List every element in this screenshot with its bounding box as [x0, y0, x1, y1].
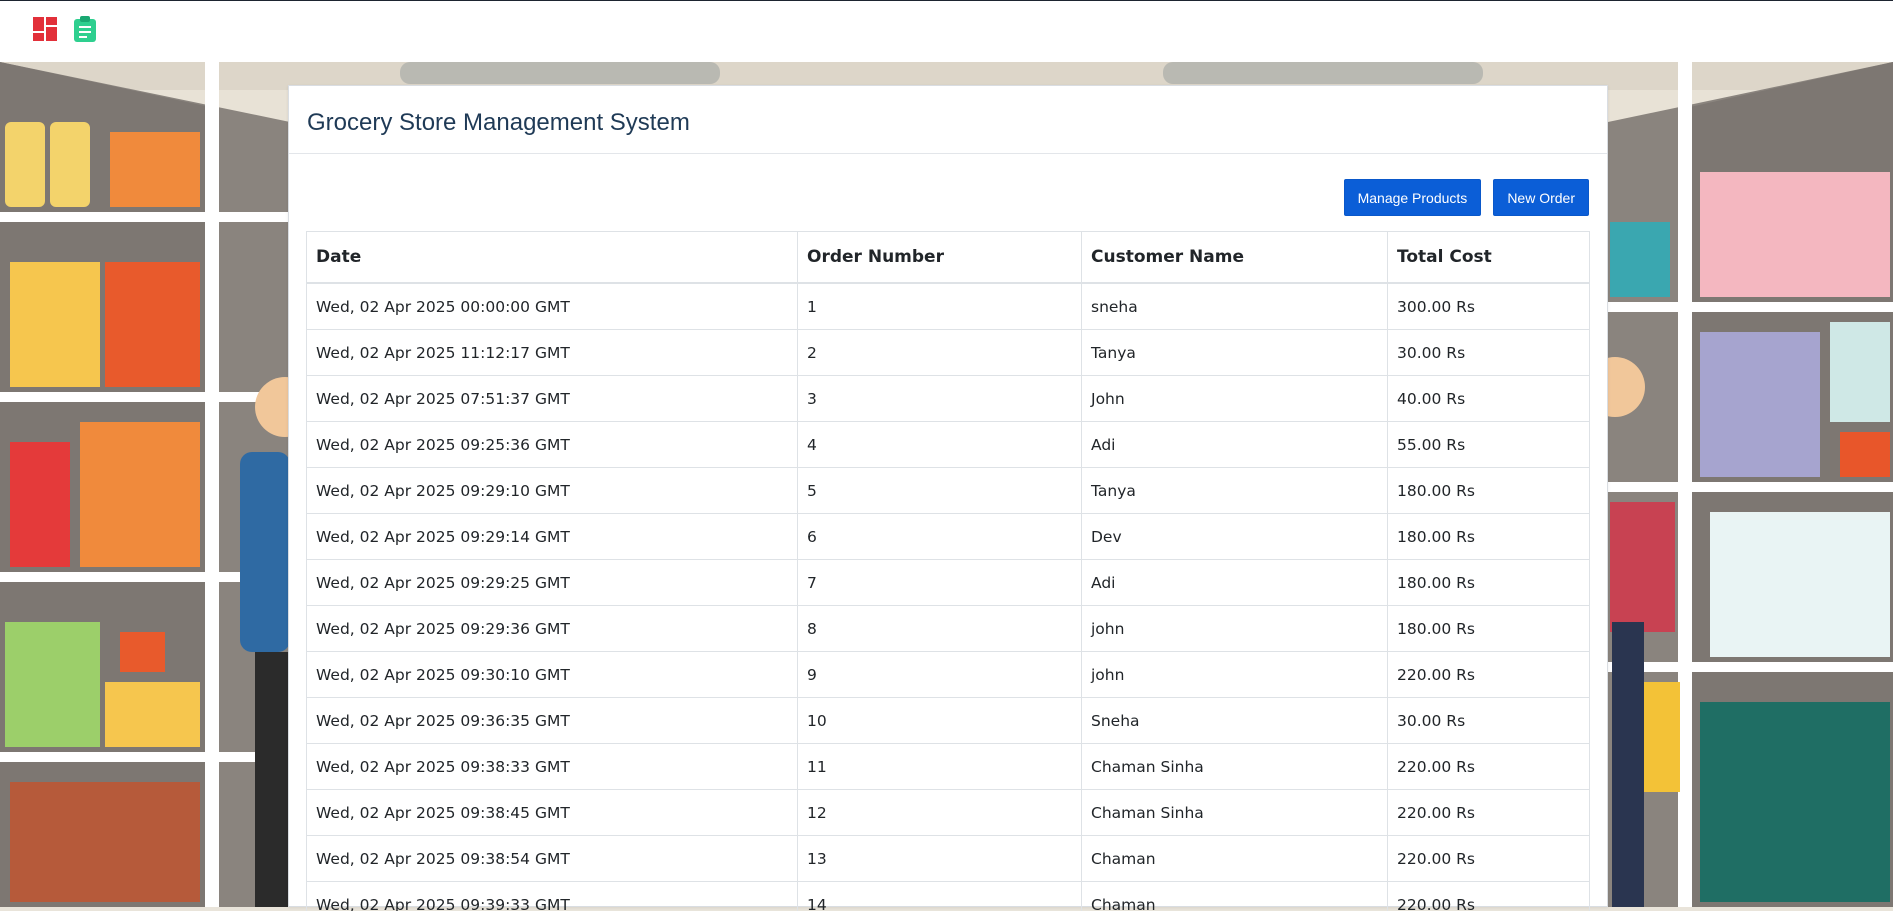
- table-row: Wed, 02 Apr 2025 09:38:33 GMT11Chaman Si…: [307, 744, 1589, 790]
- cell-order-number: 7: [798, 560, 1082, 606]
- column-header-date: Date: [307, 232, 798, 283]
- cell-customer-name: Tanya: [1082, 468, 1388, 514]
- table-row: Wed, 02 Apr 2025 09:29:25 GMT7Adi180.00 …: [307, 560, 1589, 606]
- cell-customer-name: John: [1082, 376, 1388, 422]
- cell-total-cost: 220.00 Rs: [1388, 744, 1590, 790]
- cell-date: Wed, 02 Apr 2025 07:51:37 GMT: [307, 376, 798, 422]
- cell-total-cost: 220.00 Rs: [1388, 836, 1590, 882]
- cell-date: Wed, 02 Apr 2025 09:29:10 GMT: [307, 468, 798, 514]
- cell-total-cost: 220.00 Rs: [1388, 790, 1590, 836]
- cell-total-cost: 30.00 Rs: [1388, 330, 1590, 376]
- cell-customer-name: Dev: [1082, 514, 1388, 560]
- cell-total-cost: 180.00 Rs: [1388, 606, 1590, 652]
- cell-order-number: 4: [798, 422, 1082, 468]
- cell-order-number: 10: [798, 698, 1082, 744]
- cell-date: Wed, 02 Apr 2025 09:29:14 GMT: [307, 514, 798, 560]
- cell-customer-name: Tanya: [1082, 330, 1388, 376]
- manage-products-button[interactable]: Manage Products: [1344, 179, 1482, 216]
- cell-order-number: 11: [798, 744, 1082, 790]
- orders-table-body: Wed, 02 Apr 2025 00:00:00 GMT1sneha300.0…: [307, 283, 1589, 911]
- table-row: Wed, 02 Apr 2025 09:29:36 GMT8john180.00…: [307, 606, 1589, 652]
- cell-total-cost: 40.00 Rs: [1388, 376, 1590, 422]
- cell-total-cost: 180.00 Rs: [1388, 560, 1590, 606]
- cell-customer-name: Chaman: [1082, 836, 1388, 882]
- cell-customer-name: john: [1082, 606, 1388, 652]
- cell-date: Wed, 02 Apr 2025 09:25:36 GMT: [307, 422, 798, 468]
- cell-total-cost: 55.00 Rs: [1388, 422, 1590, 468]
- column-header-order-number: Order Number: [798, 232, 1082, 283]
- main-panel: Grocery Store Management System Manage P…: [288, 85, 1608, 907]
- cell-total-cost: 180.00 Rs: [1388, 468, 1590, 514]
- panel-header: Grocery Store Management System: [289, 86, 1607, 154]
- cell-order-number: 9: [798, 652, 1082, 698]
- table-row: Wed, 02 Apr 2025 09:29:10 GMT5Tanya180.0…: [307, 468, 1589, 514]
- cell-order-number: 8: [798, 606, 1082, 652]
- cell-order-number: 12: [798, 790, 1082, 836]
- cell-date: Wed, 02 Apr 2025 09:36:35 GMT: [307, 698, 798, 744]
- table-row: Wed, 02 Apr 2025 09:29:14 GMT6Dev180.00 …: [307, 514, 1589, 560]
- cell-customer-name: Sneha: [1082, 698, 1388, 744]
- cell-total-cost: 220.00 Rs: [1388, 652, 1590, 698]
- cell-customer-name: Chaman Sinha: [1082, 744, 1388, 790]
- new-order-button[interactable]: New Order: [1493, 179, 1589, 216]
- cell-date: Wed, 02 Apr 2025 09:29:25 GMT: [307, 560, 798, 606]
- cell-date: Wed, 02 Apr 2025 09:38:54 GMT: [307, 836, 798, 882]
- cell-date: Wed, 02 Apr 2025 00:00:00 GMT: [307, 283, 798, 330]
- dashboard-grid-icon[interactable]: [31, 15, 59, 43]
- clipboard-icon[interactable]: [71, 15, 99, 43]
- cell-total-cost: 180.00 Rs: [1388, 514, 1590, 560]
- cell-order-number: 5: [798, 468, 1082, 514]
- cell-date: Wed, 02 Apr 2025 09:29:36 GMT: [307, 606, 798, 652]
- cell-order-number: 2: [798, 330, 1082, 376]
- table-row: Wed, 02 Apr 2025 09:38:54 GMT13Chaman220…: [307, 836, 1589, 882]
- column-header-customer-name: Customer Name: [1082, 232, 1388, 283]
- cell-date: Wed, 02 Apr 2025 09:38:33 GMT: [307, 744, 798, 790]
- cell-total-cost: 300.00 Rs: [1388, 283, 1590, 330]
- orders-table-container[interactable]: Date Order Number Customer Name Total Co…: [306, 231, 1590, 911]
- page-title: Grocery Store Management System: [307, 109, 1607, 137]
- cell-date: Wed, 02 Apr 2025 09:30:10 GMT: [307, 652, 798, 698]
- table-row: Wed, 02 Apr 2025 11:12:17 GMT2Tanya30.00…: [307, 330, 1589, 376]
- cell-order-number: 1: [798, 283, 1082, 330]
- table-header-row: Date Order Number Customer Name Total Co…: [307, 232, 1589, 283]
- cell-order-number: 3: [798, 376, 1082, 422]
- action-bar: Manage Products New Order: [1344, 179, 1589, 216]
- table-row: Wed, 02 Apr 2025 00:00:00 GMT1sneha300.0…: [307, 283, 1589, 330]
- cell-total-cost: 30.00 Rs: [1388, 698, 1590, 744]
- cell-customer-name: Adi: [1082, 422, 1388, 468]
- cell-order-number: 13: [798, 836, 1082, 882]
- table-row: Wed, 02 Apr 2025 09:30:10 GMT9john220.00…: [307, 652, 1589, 698]
- cell-date: Wed, 02 Apr 2025 11:12:17 GMT: [307, 330, 798, 376]
- table-row: Wed, 02 Apr 2025 07:51:37 GMT3John40.00 …: [307, 376, 1589, 422]
- cell-customer-name: Adi: [1082, 560, 1388, 606]
- cell-customer-name: Chaman Sinha: [1082, 790, 1388, 836]
- table-row: Wed, 02 Apr 2025 09:36:35 GMT10Sneha30.0…: [307, 698, 1589, 744]
- cell-order-number: 6: [798, 514, 1082, 560]
- cell-date: Wed, 02 Apr 2025 09:38:45 GMT: [307, 790, 798, 836]
- top-navbar: [0, 0, 1893, 62]
- cell-customer-name: john: [1082, 652, 1388, 698]
- column-header-total-cost: Total Cost: [1388, 232, 1590, 283]
- orders-table: Date Order Number Customer Name Total Co…: [307, 232, 1589, 911]
- table-row: Wed, 02 Apr 2025 09:38:45 GMT12Chaman Si…: [307, 790, 1589, 836]
- cell-customer-name: sneha: [1082, 283, 1388, 330]
- table-row: Wed, 02 Apr 2025 09:25:36 GMT4Adi55.00 R…: [307, 422, 1589, 468]
